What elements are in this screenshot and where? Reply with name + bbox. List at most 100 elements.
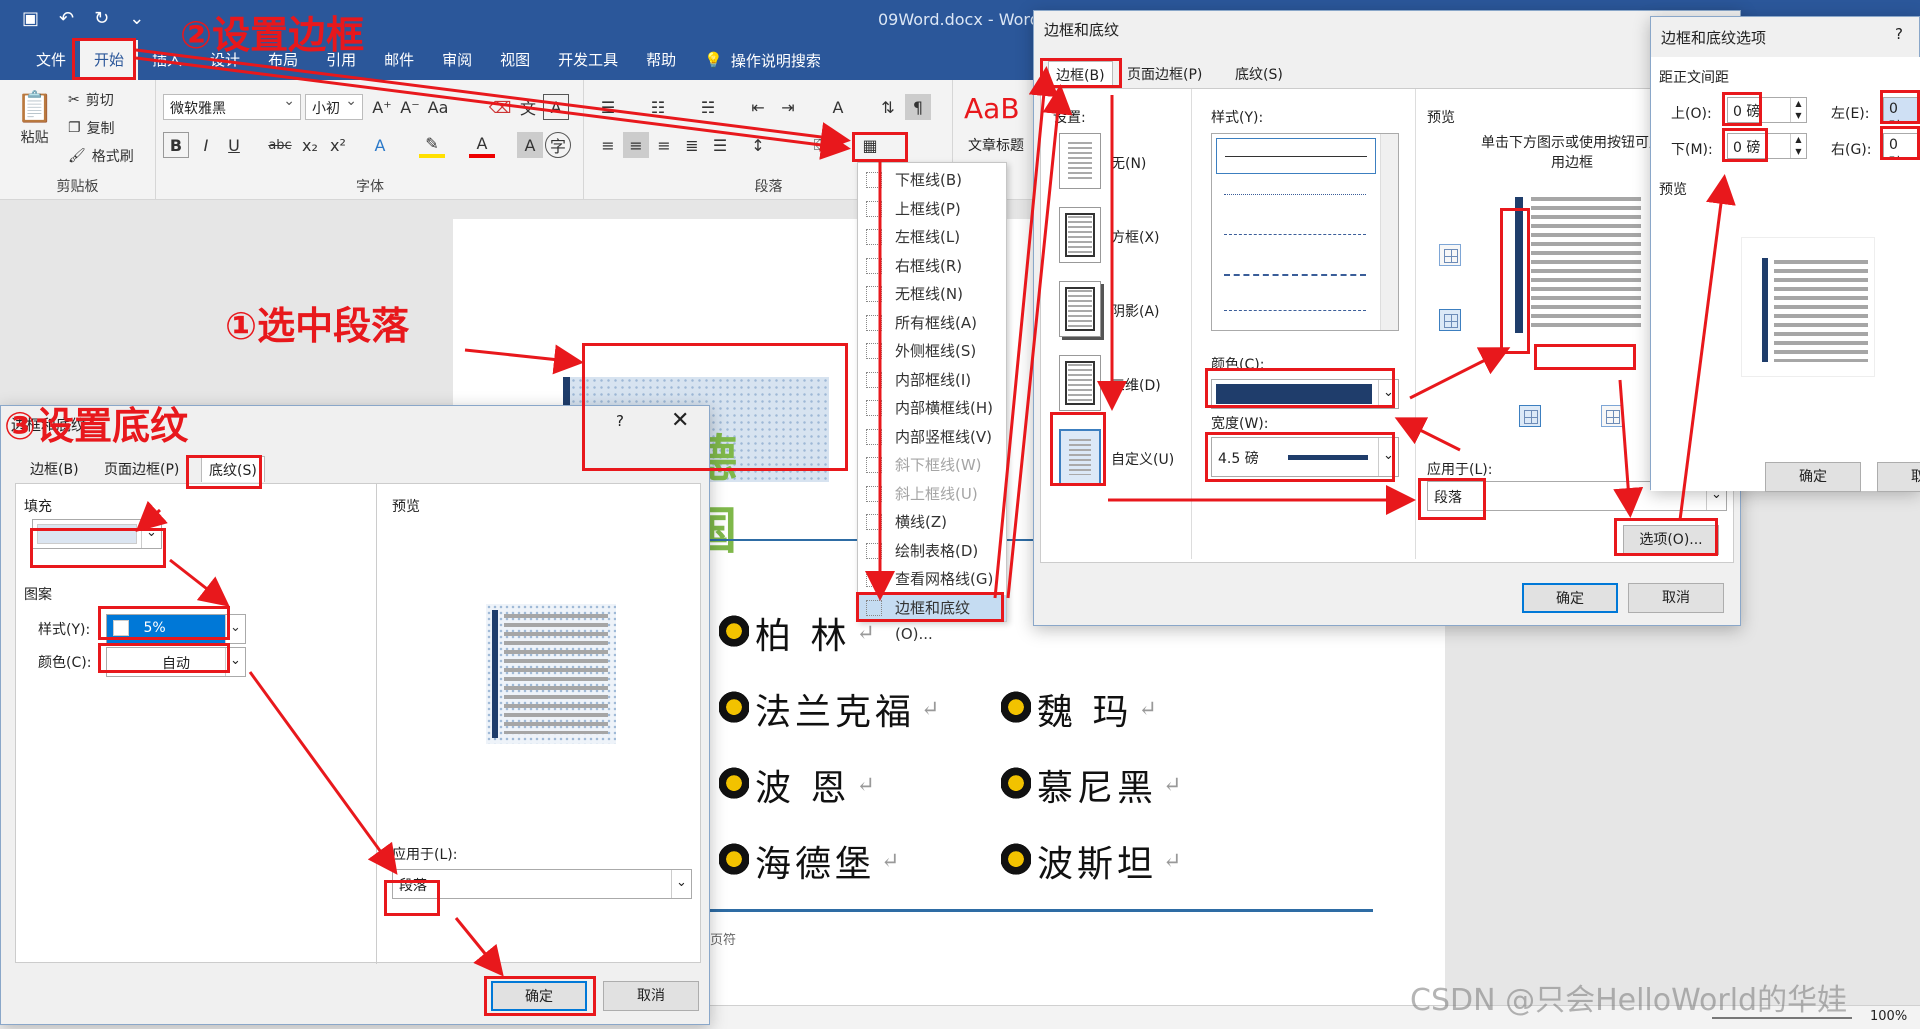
tab-borders[interactable]: 边框(B) [23, 456, 86, 482]
border-menu-item[interactable]: 查看网格线(G) [858, 566, 1006, 592]
redo-icon[interactable]: ↻ [94, 8, 109, 29]
font-name-combo[interactable]: 微软雅黑 [163, 93, 301, 120]
border-menu-item[interactable]: 下框线(B) [858, 167, 1006, 193]
border-menu-item[interactable]: 绘制表格(D) [858, 538, 1006, 564]
cut-button[interactable]: ✂ 剪切 [68, 90, 114, 110]
dashed-line[interactable] [1224, 234, 1366, 235]
format-painter-button[interactable]: 🖌 格式刷 [68, 146, 134, 166]
style-preview[interactable]: AaB [964, 92, 1020, 125]
tab-review[interactable]: 审阅 [428, 40, 486, 80]
preview-label: 预览 [392, 499, 420, 515]
text-effects-icon[interactable]: A [367, 132, 393, 158]
dash-dot-line[interactable] [1224, 310, 1366, 311]
grow-font-icon[interactable]: A⁺ [369, 94, 395, 120]
distributed-icon[interactable]: ☰ [707, 132, 733, 158]
paste-button[interactable]: 📋 粘贴 [16, 90, 53, 147]
border-menu-item[interactable]: 左框线(L) [858, 224, 1006, 250]
cancel-button[interactable]: 取消 [603, 981, 699, 1011]
highlight-icon[interactable]: ✎ [419, 132, 445, 158]
tab-view[interactable]: 视图 [486, 40, 544, 80]
bullets-icon[interactable]: ☰ [595, 94, 621, 120]
tab-page-border[interactable]: 页面边框(P) [97, 456, 186, 482]
increase-indent-icon[interactable]: ⇥ [775, 94, 801, 120]
border-menu-item[interactable]: 无框线(N) [858, 281, 1006, 307]
ok-button[interactable]: 确定 [1522, 583, 1618, 613]
char-border-icon[interactable]: A [543, 94, 569, 120]
line-style-list[interactable] [1211, 133, 1399, 331]
font-size-combo[interactable]: 小初 [305, 93, 363, 120]
underline-icon[interactable]: U [221, 132, 247, 158]
border-menu-label: 左框线(L) [895, 228, 961, 246]
tab-help[interactable]: 帮助 [632, 40, 690, 80]
border-menu-item[interactable]: 内部横框线(H) [858, 395, 1006, 421]
border-style-icon [866, 343, 882, 359]
setting-none[interactable] [1059, 133, 1101, 189]
border-menu-item[interactable]: 横线(Z) [858, 509, 1006, 535]
right-border-toggle[interactable] [1601, 405, 1623, 427]
cancel-button[interactable]: 取消 [1877, 462, 1920, 492]
setting-3d[interactable] [1059, 355, 1101, 411]
border-menu-item[interactable]: 内部竖框线(V) [858, 424, 1006, 450]
spinner-icon[interactable]: ▲ ▼ [1790, 98, 1806, 122]
help-button[interactable]: ? [1895, 25, 1903, 43]
show-marks-icon[interactable]: ¶ [905, 94, 931, 120]
setting-shadow[interactable] [1059, 281, 1101, 337]
shrink-font-icon[interactable]: A⁻ [397, 94, 423, 120]
phonetic-guide-icon[interactable]: 文 [515, 94, 541, 120]
spinner-icon[interactable]: ▲ ▼ [1790, 134, 1806, 158]
decrease-indent-icon[interactable]: ⇤ [745, 94, 771, 120]
tell-me-label: 操作说明搜索 [730, 51, 821, 70]
align-center-icon[interactable]: ≡ [623, 132, 649, 158]
border-menu-item[interactable]: 外侧框线(S) [858, 338, 1006, 364]
setting-box[interactable] [1059, 207, 1101, 263]
tab-shading[interactable]: 底纹(S) [1228, 61, 1290, 87]
line-style-selected[interactable] [1216, 138, 1376, 174]
asian-layout-icon[interactable]: A [825, 94, 851, 120]
border-menu-item[interactable]: 内部框线(I) [858, 367, 1006, 393]
superscript-icon[interactable]: x² [325, 132, 351, 158]
italic-icon[interactable]: I [193, 132, 219, 158]
align-left-icon[interactable]: ≡ [595, 132, 621, 158]
numbering-icon[interactable]: ☷ [645, 94, 671, 120]
left-border-toggle[interactable] [1439, 309, 1461, 331]
copy-button[interactable]: ❐ 复制 [68, 118, 115, 138]
dotted-line[interactable] [1224, 194, 1366, 195]
border-menu-item[interactable]: 上框线(P) [858, 196, 1006, 222]
align-right-icon[interactable]: ≡ [651, 132, 677, 158]
ok-button[interactable]: 确定 [1765, 462, 1861, 492]
undo-icon[interactable]: ↶ [59, 8, 74, 29]
sort-icon[interactable]: ⇅ [875, 94, 901, 120]
quick-access-toolbar: ▣ ↶ ↻ ⌄ [22, 8, 144, 29]
zoom-level[interactable]: 100% [1870, 1009, 1907, 1024]
border-menu-item[interactable]: 右框线(R) [858, 253, 1006, 279]
line-spacing-icon[interactable]: ↕ [745, 132, 771, 158]
bottom-border-toggle[interactable] [1519, 405, 1541, 427]
shading-icon[interactable]: ⛋ [807, 132, 833, 158]
long-dash-line[interactable] [1224, 274, 1366, 276]
strikethrough-icon[interactable]: abc [267, 132, 293, 158]
border-menu-label: 右框线(R) [895, 256, 963, 275]
font-color-icon[interactable]: A [469, 132, 495, 158]
save-icon[interactable]: ▣ [22, 8, 39, 29]
multilevel-list-icon[interactable]: ☵ [695, 94, 721, 120]
line-style-scrollbar[interactable] [1380, 134, 1398, 330]
tell-me-search[interactable]: 💡 操作说明搜索 [704, 50, 821, 71]
panel-divider [1415, 89, 1416, 559]
dialog-tabs: 边框(B) 页面边框(P) 底纹(S) [1040, 61, 1730, 89]
char-shading-icon[interactable]: A [517, 132, 543, 158]
clear-format-icon[interactable]: ⌫ [487, 94, 513, 120]
change-case-icon[interactable]: Aa [425, 94, 451, 120]
style-label[interactable]: 文章标题 [968, 135, 1024, 155]
border-preview[interactable] [1511, 189, 1651, 339]
border-menu-item[interactable]: 所有框线(A) [858, 310, 1006, 336]
cancel-button[interactable]: 取消 [1628, 583, 1724, 613]
customize-qat-icon[interactable]: ⌄ [129, 8, 144, 29]
tab-mailings[interactable]: 邮件 [370, 40, 428, 80]
bold-icon[interactable]: B [163, 132, 189, 158]
tab-page-border[interactable]: 页面边框(P) [1120, 61, 1209, 87]
top-border-toggle[interactable] [1439, 244, 1461, 266]
subscript-icon[interactable]: x₂ [297, 132, 323, 158]
justify-icon[interactable]: ≣ [679, 132, 705, 158]
enclose-char-icon[interactable]: 字 [545, 132, 571, 158]
tab-developer[interactable]: 开发工具 [544, 40, 632, 80]
